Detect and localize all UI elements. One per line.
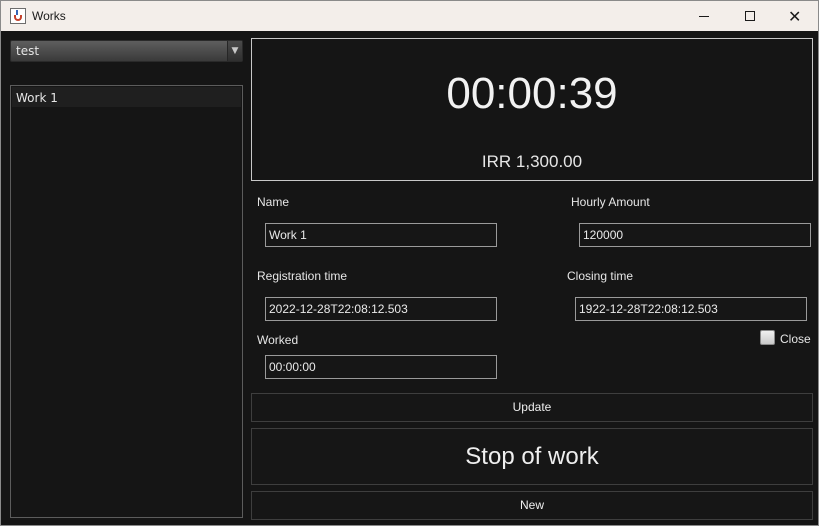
registration-time-field[interactable] xyxy=(265,297,497,321)
name-field[interactable] xyxy=(265,223,497,247)
list-item-label: Work 1 xyxy=(16,91,58,105)
closing-time-field[interactable] xyxy=(575,297,807,321)
name-label: Name xyxy=(257,195,290,209)
hourly-amount-label: Hourly Amount xyxy=(571,195,650,209)
close-icon: ✕ xyxy=(788,7,802,26)
new-work-button[interactable]: New xyxy=(251,491,813,520)
timer-panel: 00:00:39 IRR 1,300.00 xyxy=(251,38,813,181)
project-select[interactable]: test ▼ xyxy=(10,40,243,62)
project-select-value: test xyxy=(16,44,40,58)
close-checkbox-label[interactable]: Close xyxy=(780,332,811,346)
worked-label: Worked xyxy=(257,333,299,347)
minimize-button[interactable] xyxy=(681,1,727,31)
maximize-icon xyxy=(745,11,755,21)
close-window-button[interactable]: ✕ xyxy=(773,1,819,31)
close-checkbox[interactable] xyxy=(760,330,775,345)
worked-field[interactable] xyxy=(265,355,497,379)
closing-time-label: Closing time xyxy=(567,269,634,283)
minimize-icon xyxy=(699,16,709,17)
main-content: test ▼ Work 1 00:00:39 IRR 1,300.00 Name… xyxy=(1,31,818,525)
java-coffee-icon xyxy=(10,8,26,24)
app-window: Works ✕ test ▼ Work 1 00:00:39 IRR 1,300… xyxy=(0,0,819,526)
works-list[interactable]: Work 1 xyxy=(10,85,243,518)
title-bar: Works ✕ xyxy=(1,1,818,31)
earned-amount: IRR 1,300.00 xyxy=(481,152,583,171)
update-button[interactable]: Update xyxy=(251,393,813,422)
chevron-down-icon[interactable]: ▼ xyxy=(227,41,242,61)
list-item[interactable]: Work 1 xyxy=(12,87,241,107)
stop-work-button[interactable]: Stop of work xyxy=(251,428,813,485)
maximize-button[interactable] xyxy=(727,1,773,31)
hourly-amount-field[interactable] xyxy=(579,223,811,247)
window-title: Works xyxy=(32,9,66,23)
elapsed-timer: 00:00:39 xyxy=(446,69,618,118)
registration-time-label: Registration time xyxy=(257,269,348,283)
